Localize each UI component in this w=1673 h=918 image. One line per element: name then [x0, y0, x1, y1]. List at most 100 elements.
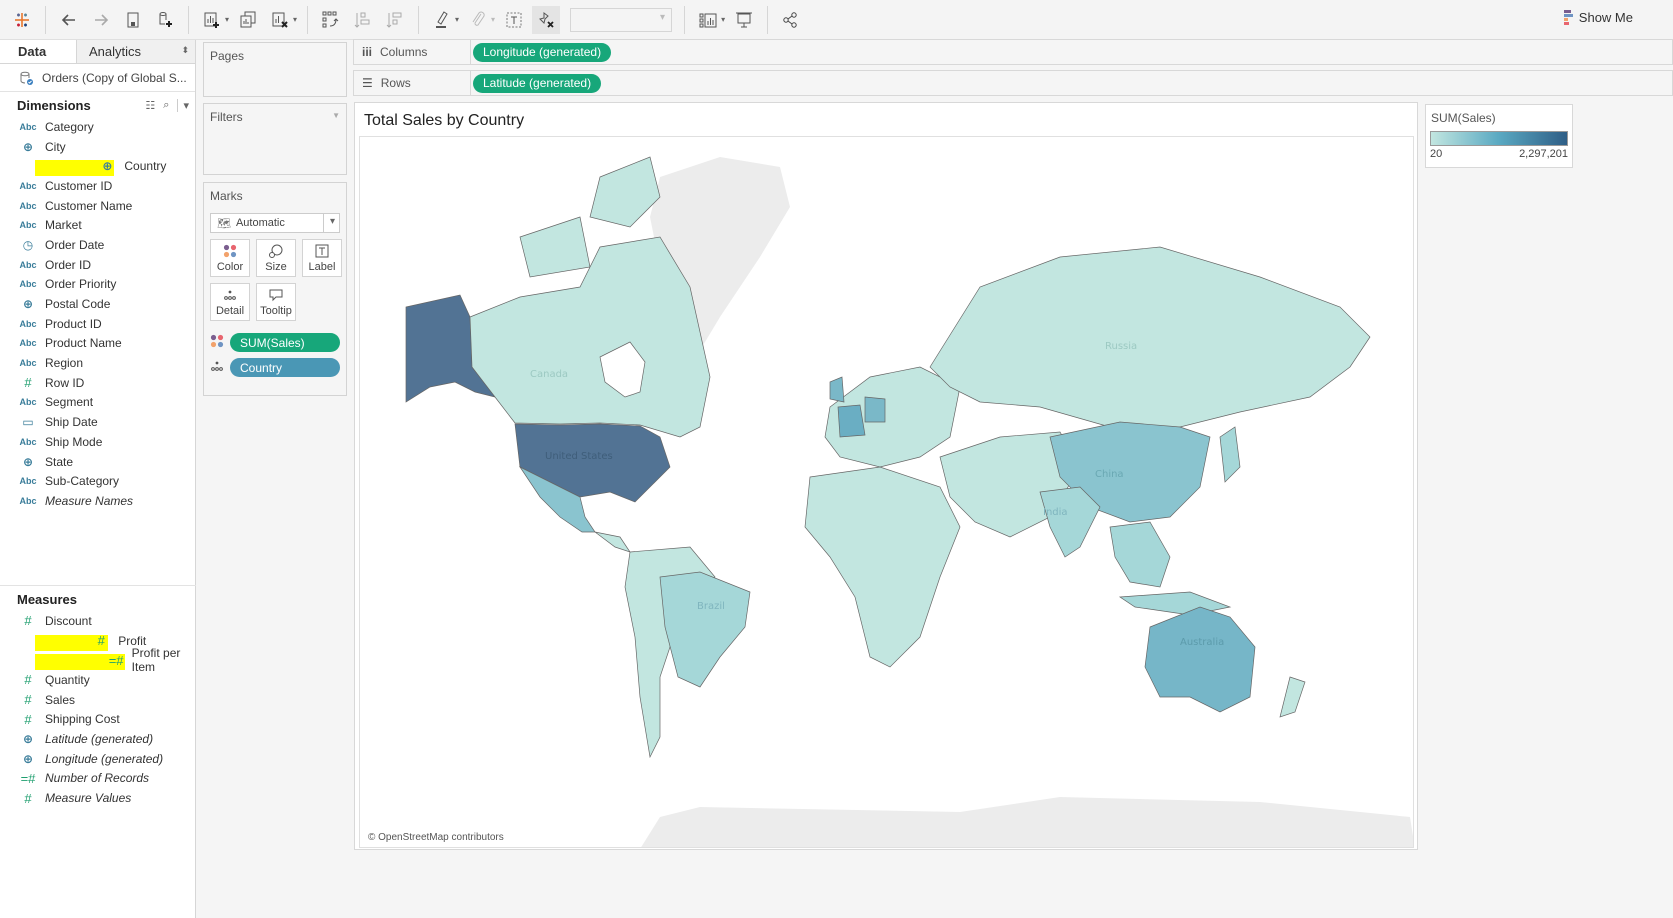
- highlight-icon[interactable]: [428, 6, 456, 34]
- detail-button[interactable]: Detail: [210, 283, 250, 321]
- field-row-id[interactable]: # Row ID: [0, 373, 195, 393]
- field-latitude-generated[interactable]: ⊕ Latitude (generated): [0, 729, 196, 749]
- country-australia[interactable]: [1144, 606, 1256, 713]
- country-brazil[interactable]: [659, 571, 751, 688]
- marks-title: Marks: [210, 189, 243, 203]
- show-mark-labels-icon[interactable]: [500, 6, 528, 34]
- country-germany[interactable]: [864, 396, 886, 423]
- country-france[interactable]: [837, 404, 866, 438]
- country-new-zealand[interactable]: [1279, 676, 1306, 718]
- country-pill[interactable]: Country: [230, 358, 340, 377]
- country-russia[interactable]: [929, 246, 1371, 428]
- map-label-australia: Australia: [1180, 637, 1224, 648]
- field-market[interactable]: Abc Market: [0, 215, 195, 235]
- field-segment[interactable]: Abc Segment: [0, 393, 195, 413]
- field-order-id[interactable]: Abc Order ID: [0, 255, 195, 275]
- search-icon[interactable]: ⌕: [163, 99, 169, 112]
- tab-data[interactable]: Data: [0, 40, 76, 63]
- color-button[interactable]: Color: [210, 239, 250, 277]
- field-ship-mode[interactable]: Abc Ship Mode: [0, 432, 195, 452]
- share-icon[interactable]: [777, 6, 805, 34]
- globe-icon: ⊕: [102, 159, 113, 174]
- label-button[interactable]: Label: [302, 239, 342, 277]
- country-africa[interactable]: [804, 466, 961, 668]
- new-worksheet-icon[interactable]: [198, 6, 226, 34]
- filters-card[interactable]: Filters ▼: [203, 103, 347, 175]
- size-button[interactable]: Size: [256, 239, 296, 277]
- field-country[interactable]: ⊕ Country: [0, 156, 195, 177]
- sort-descending-icon[interactable]: [381, 6, 409, 34]
- string-type-icon: Abc: [19, 259, 37, 270]
- field-sales[interactable]: # Sales: [0, 690, 196, 710]
- dimensions-title: Dimensions: [17, 98, 91, 113]
- field-customer-name[interactable]: Abc Customer Name: [0, 196, 195, 216]
- fix-axes-icon[interactable]: [532, 5, 561, 34]
- sort-ascending-icon[interactable]: [349, 6, 377, 34]
- toolbar-separator: [418, 5, 420, 34]
- toolbar-separator: [45, 5, 46, 34]
- presentation-mode-icon[interactable]: [730, 6, 758, 34]
- menu-caret-icon[interactable]: ▾: [177, 99, 189, 112]
- field-state[interactable]: ⊕ State: [0, 452, 195, 472]
- tab-analytics[interactable]: Analytics: [76, 40, 195, 63]
- field-discount[interactable]: # Discount: [0, 611, 196, 631]
- data-source[interactable]: Orders (Copy of Global S...: [0, 64, 195, 92]
- tooltip-icon: [268, 287, 284, 303]
- new-data-source-icon[interactable]: [151, 6, 179, 34]
- fit-dropdown[interactable]: [570, 7, 673, 32]
- swap-rows-columns-icon[interactable]: [317, 6, 345, 34]
- view-list-icon[interactable]: ☷: [145, 99, 155, 112]
- sum-sales-pill[interactable]: SUM(Sales): [230, 333, 340, 352]
- field-ship-date[interactable]: ▭ Ship Date: [0, 412, 195, 432]
- color-legend[interactable]: SUM(Sales) 20 2,297,201: [1425, 104, 1573, 168]
- field-order-priority[interactable]: Abc Order Priority: [0, 275, 195, 295]
- tooltip-button[interactable]: Tooltip: [256, 283, 296, 321]
- detail-icon: [223, 287, 237, 303]
- field-label: Profit per Item: [131, 646, 181, 675]
- map[interactable]: Canada United States Russia China India …: [359, 136, 1414, 848]
- field-sub-category[interactable]: Abc Sub-Category: [0, 471, 195, 491]
- field-measure-names[interactable]: Abc Measure Names: [0, 491, 195, 511]
- clear-sheet-icon[interactable]: [266, 6, 294, 34]
- show-me-button[interactable]: Show Me: [1563, 10, 1633, 25]
- measures-section: Measures # Discount # Profit =# Profit per It…: [0, 585, 196, 808]
- columns-shelf[interactable]: iii Columns Longitude (generated): [353, 39, 1673, 65]
- field-label: Order ID: [45, 257, 92, 272]
- field-postal-code[interactable]: ⊕ Postal Code: [0, 294, 195, 314]
- map-attribution[interactable]: © OpenStreetMap contributors: [368, 832, 504, 843]
- tableau-logo-icon[interactable]: [8, 6, 36, 34]
- field-profit-per-item[interactable]: =# Profit per Item: [0, 646, 196, 674]
- field-region[interactable]: Abc Region: [0, 353, 195, 373]
- country-central-america[interactable]: [594, 531, 631, 553]
- field-number-of-records[interactable]: =# Number of Records: [0, 769, 196, 789]
- rows-shelf[interactable]: ☰ Rows Latitude (generated): [353, 70, 1673, 96]
- globe-icon: ⊕: [22, 139, 34, 154]
- latitude-pill[interactable]: Latitude (generated): [473, 73, 602, 93]
- number-type-icon: #: [24, 672, 32, 688]
- duplicate-sheet-icon[interactable]: [234, 6, 262, 34]
- filters-caret-icon[interactable]: ▼: [332, 111, 340, 120]
- show-cards-icon[interactable]: [694, 6, 722, 34]
- field-product-name[interactable]: Abc Product Name: [0, 334, 195, 354]
- undo-icon[interactable]: [55, 6, 83, 34]
- mark-type-select[interactable]: 🗺 Automatic: [210, 213, 340, 233]
- longitude-pill[interactable]: Longitude (generated): [473, 42, 612, 62]
- field-product-id[interactable]: Abc Product ID: [0, 314, 195, 334]
- field-category[interactable]: Abc Category: [0, 117, 195, 137]
- field-measure-values[interactable]: # Measure Values: [0, 788, 196, 808]
- pages-card[interactable]: Pages: [203, 42, 347, 97]
- country-japan[interactable]: [1219, 426, 1241, 483]
- field-city[interactable]: ⊕ City: [0, 137, 195, 157]
- country-uk[interactable]: [829, 376, 845, 403]
- redo-icon[interactable]: [87, 6, 115, 34]
- field-customer-id[interactable]: Abc Customer ID: [0, 176, 195, 196]
- field-shipping-cost[interactable]: # Shipping Cost: [0, 709, 196, 729]
- filters-label: Filters: [210, 110, 243, 124]
- country-southeast-asia[interactable]: [1109, 521, 1232, 616]
- field-order-date[interactable]: ◷ Order Date: [0, 235, 195, 255]
- group-members-icon[interactable]: [464, 6, 492, 34]
- globe-icon: ⊕: [22, 751, 34, 766]
- field-longitude-generated[interactable]: ⊕ Longitude (generated): [0, 749, 196, 769]
- worksheet-title: Total Sales by Country: [364, 112, 525, 129]
- save-icon[interactable]: [119, 6, 147, 34]
